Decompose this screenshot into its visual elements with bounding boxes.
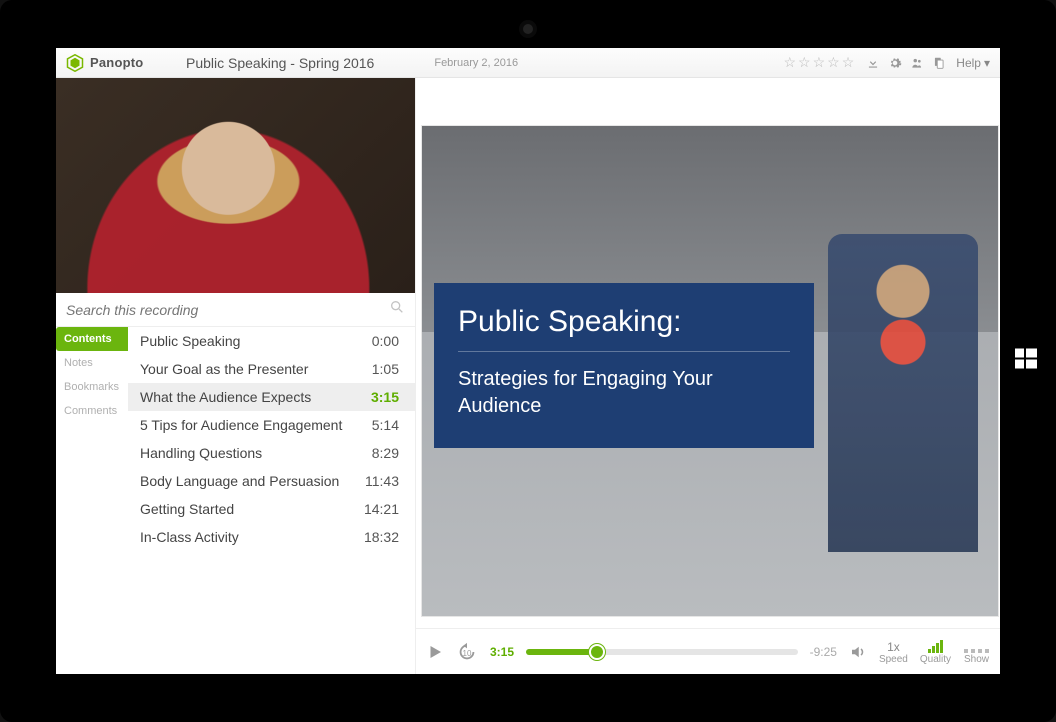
show-caption: Show	[964, 655, 989, 665]
toc-row[interactable]: Getting Started 14:21	[128, 495, 415, 523]
show-dots-icon	[963, 639, 990, 653]
toc-row[interactable]: What the Audience Expects 3:15	[128, 383, 415, 411]
download-icon[interactable]	[862, 56, 884, 70]
chevron-down-icon: ▾	[984, 56, 990, 70]
tablet-frame: Panopto Public Speaking - Spring 2016 Fe…	[0, 0, 1056, 722]
header-bar: Panopto Public Speaking - Spring 2016 Fe…	[56, 48, 1000, 78]
attachments-icon[interactable]	[928, 56, 950, 70]
toc-time: 0:00	[372, 333, 399, 349]
toc-row[interactable]: Body Language and Persuasion 11:43	[128, 467, 415, 495]
session-title: Public Speaking - Spring 2016	[176, 55, 374, 71]
speed-caption: Speed	[879, 655, 908, 665]
speed-value: 1x	[887, 639, 900, 653]
slide-title: Public Speaking:	[458, 305, 790, 352]
search-icon[interactable]	[389, 299, 405, 320]
tab-bookmarks[interactable]: Bookmarks	[56, 375, 128, 399]
tab-comments[interactable]: Comments	[56, 399, 128, 423]
seek-progress	[526, 649, 597, 655]
toc-title: Handling Questions	[140, 445, 262, 461]
toc-title: Public Speaking	[140, 333, 240, 349]
star-icon[interactable]: ☆	[798, 54, 811, 71]
speaker-video[interactable]	[56, 78, 415, 293]
help-label: Help	[956, 56, 981, 70]
show-control[interactable]: Show	[963, 639, 990, 665]
toc-title: 5 Tips for Audience Engagement	[140, 417, 342, 433]
side-tabs: ContentsNotesBookmarksComments	[56, 327, 128, 674]
slide-area[interactable]: Public Speaking: Strategies for Engaging…	[422, 126, 998, 616]
slide-text-overlay: Public Speaking: Strategies for Engaging…	[434, 283, 814, 448]
current-time: 3:15	[490, 645, 514, 659]
panopto-logo-icon	[66, 54, 84, 72]
toc-title: In-Class Activity	[140, 529, 239, 545]
star-icon[interactable]: ☆	[842, 54, 855, 71]
star-icon[interactable]: ☆	[783, 54, 796, 71]
toc-time: 18:32	[364, 529, 399, 545]
toc-title: Getting Started	[140, 501, 234, 517]
remaining-time: -9:25	[810, 645, 837, 659]
right-panel: Public Speaking: Strategies for Engaging…	[416, 78, 1000, 674]
toc-row[interactable]: Your Goal as the Presenter 1:05	[128, 355, 415, 383]
play-button[interactable]	[426, 643, 444, 661]
toc-row[interactable]: Handling Questions 8:29	[128, 439, 415, 467]
star-icon[interactable]: ☆	[813, 54, 826, 71]
seek-thumb[interactable]	[589, 644, 605, 660]
toc-time: 14:21	[364, 501, 399, 517]
session-date: February 2, 2016	[434, 57, 518, 69]
share-icon[interactable]	[906, 56, 928, 70]
toc-time: 1:05	[372, 361, 399, 377]
toc-row[interactable]: 5 Tips for Audience Engagement 5:14	[128, 411, 415, 439]
quality-caption: Quality	[920, 655, 951, 665]
rating-stars[interactable]: ☆☆☆☆☆	[783, 54, 854, 71]
tab-contents[interactable]: Contents	[56, 327, 128, 351]
toc-row[interactable]: In-Class Activity 18:32	[128, 523, 415, 551]
toc-time: 11:43	[365, 473, 399, 489]
toc-row[interactable]: Public Speaking 0:00	[128, 327, 415, 355]
toc-title: Your Goal as the Presenter	[140, 361, 308, 377]
gear-icon[interactable]	[884, 56, 906, 70]
search-input[interactable]	[66, 302, 389, 318]
rewind-seconds-label: 10	[463, 649, 472, 658]
speed-control[interactable]: 1x Speed	[879, 639, 908, 665]
volume-button[interactable]	[849, 643, 867, 661]
device-camera	[523, 24, 533, 34]
tab-notes[interactable]: Notes	[56, 351, 128, 375]
seek-track[interactable]	[526, 649, 798, 655]
toc-title: Body Language and Persuasion	[140, 473, 339, 489]
search-bar	[56, 293, 415, 327]
toc-title: What the Audience Expects	[140, 389, 311, 405]
quality-bars-icon	[928, 639, 943, 653]
table-of-contents: Public Speaking 0:00 Your Goal as the Pres…	[128, 327, 415, 674]
help-menu[interactable]: Help▾	[956, 56, 990, 70]
player-bar: 10 3:15 -9:25 1x Speed Quali	[416, 628, 1000, 674]
app-viewport: Panopto Public Speaking - Spring 2016 Fe…	[56, 48, 1000, 674]
left-panel: ContentsNotesBookmarksComments Public Sp…	[56, 78, 416, 674]
toc-time: 3:15	[371, 389, 399, 405]
slide-subtitle: Strategies for Engaging Your Audience	[458, 366, 790, 420]
toc-time: 8:29	[372, 445, 399, 461]
windows-logo-icon	[1014, 347, 1038, 376]
brand-label: Panopto	[90, 55, 143, 70]
toc-time: 5:14	[372, 417, 399, 433]
brand[interactable]: Panopto	[66, 54, 176, 72]
star-icon[interactable]: ☆	[827, 54, 840, 71]
rewind-10-button[interactable]: 10	[456, 641, 478, 663]
slide-background-figure	[828, 234, 978, 553]
quality-control[interactable]: Quality	[920, 639, 951, 665]
